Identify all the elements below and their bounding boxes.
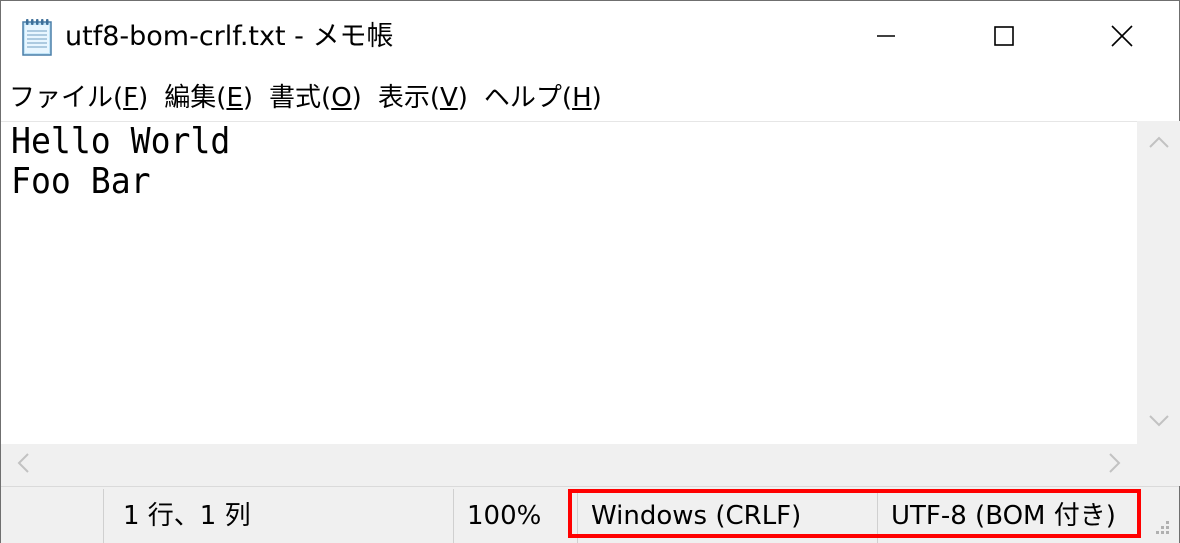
menu-bar: ファイル(F) 編集(E) 書式(O) 表示(V) ヘルプ(H) xyxy=(1,75,1179,121)
menu-help-label: ヘルプ( xyxy=(483,83,573,113)
window-title: utf8-bom-crlf.txt - メモ帳 xyxy=(65,21,394,52)
menu-file[interactable]: ファイル(F) xyxy=(9,75,156,121)
title-bar[interactable]: utf8-bom-crlf.txt - メモ帳 xyxy=(1,1,1179,75)
maximize-button[interactable] xyxy=(945,1,1063,75)
chevron-down-icon xyxy=(1148,413,1170,432)
menu-file-suffix: ) xyxy=(138,83,149,113)
close-icon xyxy=(1110,24,1134,52)
scroll-left-button[interactable] xyxy=(1,444,45,486)
status-divider xyxy=(453,489,454,543)
menu-help-suffix: ) xyxy=(591,83,602,113)
minimize-icon xyxy=(875,25,897,51)
status-zoom: 100% xyxy=(467,501,542,531)
editor-line: Hello World xyxy=(11,121,231,162)
menu-format-accel: O xyxy=(331,83,352,113)
status-encoding: UTF-8 (BOM 付き) xyxy=(891,501,1116,531)
menu-edit-suffix: ) xyxy=(242,83,254,113)
menu-view-label: 表示( xyxy=(377,83,440,113)
scrollbar-corner xyxy=(1137,444,1180,486)
menu-file-accel: F xyxy=(123,83,139,113)
menu-help[interactable]: ヘルプ(H) xyxy=(484,75,610,121)
scroll-up-button[interactable] xyxy=(1137,121,1180,165)
menu-edit-accel: E xyxy=(226,83,243,113)
status-divider xyxy=(577,489,578,543)
menu-edit-label: 編集( xyxy=(164,83,227,113)
menu-view-accel: V xyxy=(439,83,458,113)
close-button[interactable] xyxy=(1063,1,1180,75)
text-editor[interactable]: Hello World Foo Bar xyxy=(1,121,1137,444)
vertical-scrollbar[interactable] xyxy=(1137,121,1180,444)
horizontal-scrollbar[interactable] xyxy=(1,444,1137,486)
scroll-right-button[interactable] xyxy=(1093,444,1137,486)
menu-format-suffix: ) xyxy=(351,83,362,113)
menu-format[interactable]: 書式(O) xyxy=(269,75,370,121)
menu-help-accel: H xyxy=(572,83,592,113)
status-bar: 1 行、1 列 100% Windows (CRLF) UTF-8 (BOM 付… xyxy=(1,486,1179,543)
menu-view-suffix: ) xyxy=(457,83,468,113)
chevron-up-icon xyxy=(1148,134,1170,153)
notepad-icon xyxy=(19,17,57,57)
menu-file-label: ファイル( xyxy=(9,83,124,113)
minimize-button[interactable] xyxy=(827,1,945,75)
resize-grip-icon[interactable] xyxy=(1151,518,1171,538)
chevron-left-icon xyxy=(16,452,30,478)
status-divider xyxy=(103,489,104,543)
scroll-down-button[interactable] xyxy=(1137,400,1180,444)
menu-view[interactable]: 表示(V) xyxy=(378,75,476,121)
menu-format-label: 書式( xyxy=(269,83,332,113)
status-cursor-position: 1 行、1 列 xyxy=(123,501,251,531)
editor-line: Foo Bar xyxy=(11,161,151,202)
menu-edit[interactable]: 編集(E) xyxy=(164,75,261,121)
chevron-right-icon xyxy=(1108,452,1122,478)
notepad-window: utf8-bom-crlf.txt - メモ帳 ファイル(F) 編集(E) 書式… xyxy=(0,0,1180,543)
status-divider xyxy=(877,489,878,543)
maximize-icon xyxy=(993,25,1015,51)
status-line-ending: Windows (CRLF) xyxy=(591,501,802,531)
